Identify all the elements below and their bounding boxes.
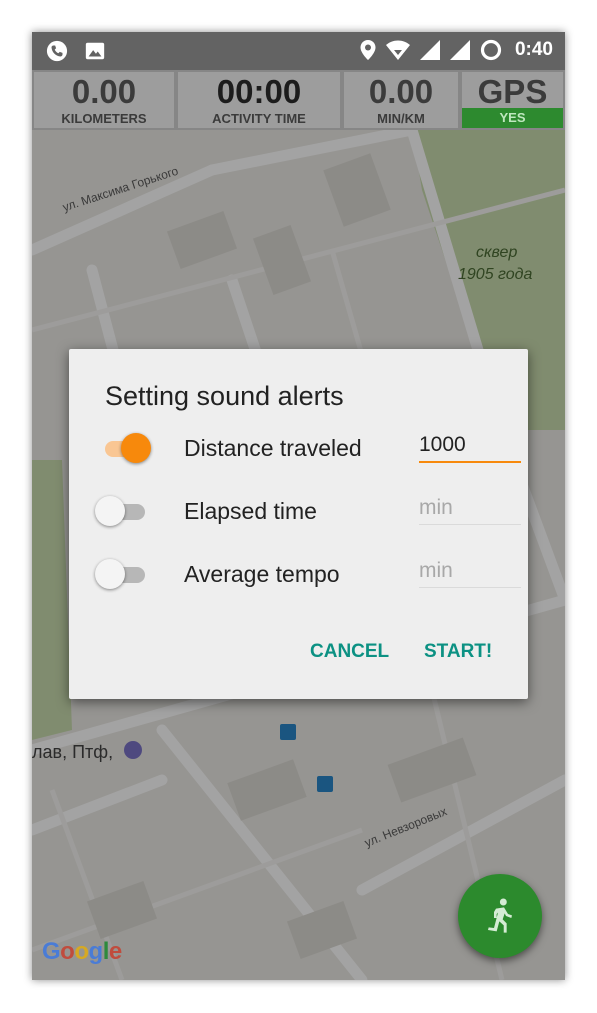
status-bar: 0:40 — [32, 32, 565, 70]
activity-time-value: 00:00 — [216, 73, 302, 110]
sync-icon — [480, 39, 502, 61]
activity-time-stat: 00:00 ACTIVITY TIME — [178, 72, 340, 128]
gps-title: GPS — [477, 73, 548, 110]
image-icon — [85, 42, 105, 60]
phone-screen: ул. Максима Горького сквер 1905 года лав… — [32, 32, 565, 980]
signal-icon — [419, 40, 440, 60]
start-activity-fab[interactable] — [458, 874, 542, 958]
elapsed-time-alert-label: Elapsed time — [184, 498, 317, 524]
pace-value: 0.00 — [368, 73, 434, 110]
cancel-button[interactable]: CANCEL — [310, 641, 389, 663]
alert-row-average-tempo: Average tempo — [69, 547, 528, 597]
average-tempo-alert-toggle[interactable] — [95, 559, 155, 589]
distance-alert-toggle[interactable] — [95, 433, 155, 463]
average-tempo-alert-input[interactable] — [419, 555, 521, 588]
toggle-thumb — [121, 433, 151, 463]
alert-row-distance: Distance traveled — [69, 421, 528, 471]
toggle-thumb — [95, 559, 125, 589]
activity-time-label: ACTIVITY TIME — [212, 111, 306, 126]
stats-bar: 0.00 KILOMETERS 00:00 ACTIVITY TIME 0.00… — [32, 70, 565, 130]
distance-alert-label: Distance traveled — [184, 435, 362, 461]
elapsed-time-alert-toggle[interactable] — [95, 496, 155, 526]
gps-stat: GPS YES — [462, 72, 563, 128]
start-button[interactable]: START! — [424, 641, 492, 663]
wifi-icon — [385, 40, 410, 60]
distance-alert-input[interactable] — [419, 429, 521, 463]
signal-icon — [449, 40, 470, 60]
pace-stat: 0.00 MIN/KM — [344, 72, 458, 128]
toggle-thumb — [95, 496, 125, 526]
distance-label: KILOMETERS — [61, 111, 147, 126]
distance-stat: 0.00 KILOMETERS — [34, 72, 174, 128]
dialog-title: Setting sound alerts — [105, 381, 344, 411]
distance-value: 0.00 — [71, 73, 137, 110]
sound-alerts-dialog: Setting sound alerts Distance traveled E… — [69, 349, 528, 699]
phone-icon — [46, 40, 68, 62]
alert-row-elapsed-time: Elapsed time — [69, 484, 528, 534]
pace-label: MIN/KM — [377, 111, 425, 126]
location-icon — [360, 40, 376, 60]
average-tempo-alert-label: Average tempo — [184, 561, 340, 587]
running-person-icon — [488, 898, 512, 933]
google-attribution: Google — [42, 938, 122, 965]
clock: 0:40 — [514, 39, 553, 60]
gps-status-badge: YES — [462, 108, 563, 128]
elapsed-time-alert-input[interactable] — [419, 492, 521, 525]
